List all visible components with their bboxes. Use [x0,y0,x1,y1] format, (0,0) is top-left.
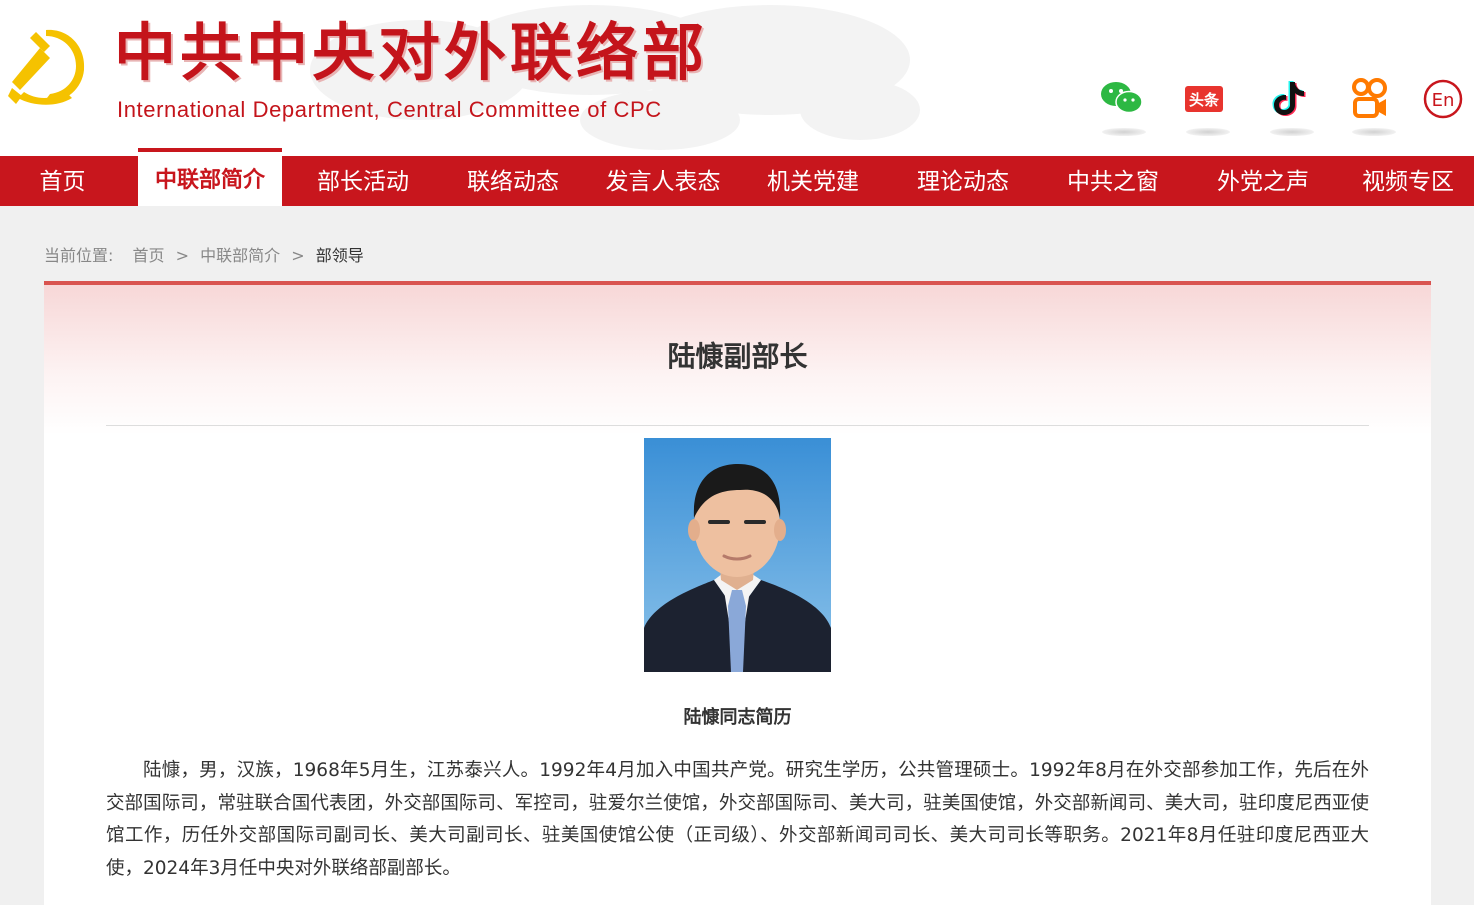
wechat-link[interactable] [1100,78,1146,136]
wechat-icon [1101,82,1143,114]
breadcrumb-prefix: 当前位置: [44,246,114,265]
breadcrumb-separator: > [291,246,305,265]
douyin-icon [1272,81,1306,116]
title-divider [106,425,1369,426]
kuaishou-link[interactable] [1350,78,1396,136]
bio-caption: 陆慷同志简历 [683,707,792,728]
nav-item-minister-activities[interactable]: 部长活动 [292,156,434,206]
nav-item-spokesperson[interactable]: 发言人表态 [592,156,734,206]
toutiao-link[interactable]: 头条 [1184,78,1230,136]
page-title: 陆慷副部长 [667,340,808,373]
main-nav: 首页 中联部简介 部长活动 联络动态 发言人表态 机关党建 理论动态 中共之窗 … [0,148,1474,206]
kuaishou-icon [1352,78,1387,118]
nav-item-about[interactable]: 中联部简介 [138,148,282,206]
nav-item-liaison-news[interactable]: 联络动态 [442,156,584,206]
douyin-link[interactable] [1268,78,1314,136]
toutiao-icon: 头条 [1185,86,1223,112]
toutiao-label: 头条 [1189,91,1220,109]
site-header: 中共中央对外联络部 International Department, Cent… [0,0,1474,156]
nav-item-party-building[interactable]: 机关党建 [742,156,884,206]
breadcrumb-current[interactable]: 部领导 [316,246,364,265]
breadcrumb-home[interactable]: 首页 [133,246,165,265]
nav-item-video[interactable]: 视频专区 [1342,156,1474,206]
english-label: En [1432,90,1455,111]
english-version-link[interactable]: En [1422,78,1466,126]
article-panel: 陆慷副部长 陆慷同志简历 陆慷，男，汉族，1968年5月生，江苏泰兴人。1992… [44,281,1431,905]
nav-item-foreign-parties[interactable]: 外党之声 [1192,156,1334,206]
nav-item-home[interactable]: 首页 [0,156,125,206]
nav-item-theory[interactable]: 理论动态 [892,156,1034,206]
breadcrumb: 当前位置: 首页 > 中联部简介 > 部领导 [44,242,364,266]
nav-item-cpc-window[interactable]: 中共之窗 [1042,156,1184,206]
party-emblem-icon[interactable] [6,24,88,108]
english-icon: En [1423,79,1463,119]
site-title-chinese[interactable]: 中共中央对外联络部 [114,22,708,84]
breadcrumb-separator: > [175,246,190,265]
site-title-english[interactable]: International Department, Central Commit… [117,97,662,123]
breadcrumb-about[interactable]: 中联部简介 [200,246,280,265]
bio-text: 陆慷，男，汉族，1968年5月生，江苏泰兴人。1992年4月加入中国共产党。研究… [106,760,1369,879]
portrait-photo [644,438,831,672]
